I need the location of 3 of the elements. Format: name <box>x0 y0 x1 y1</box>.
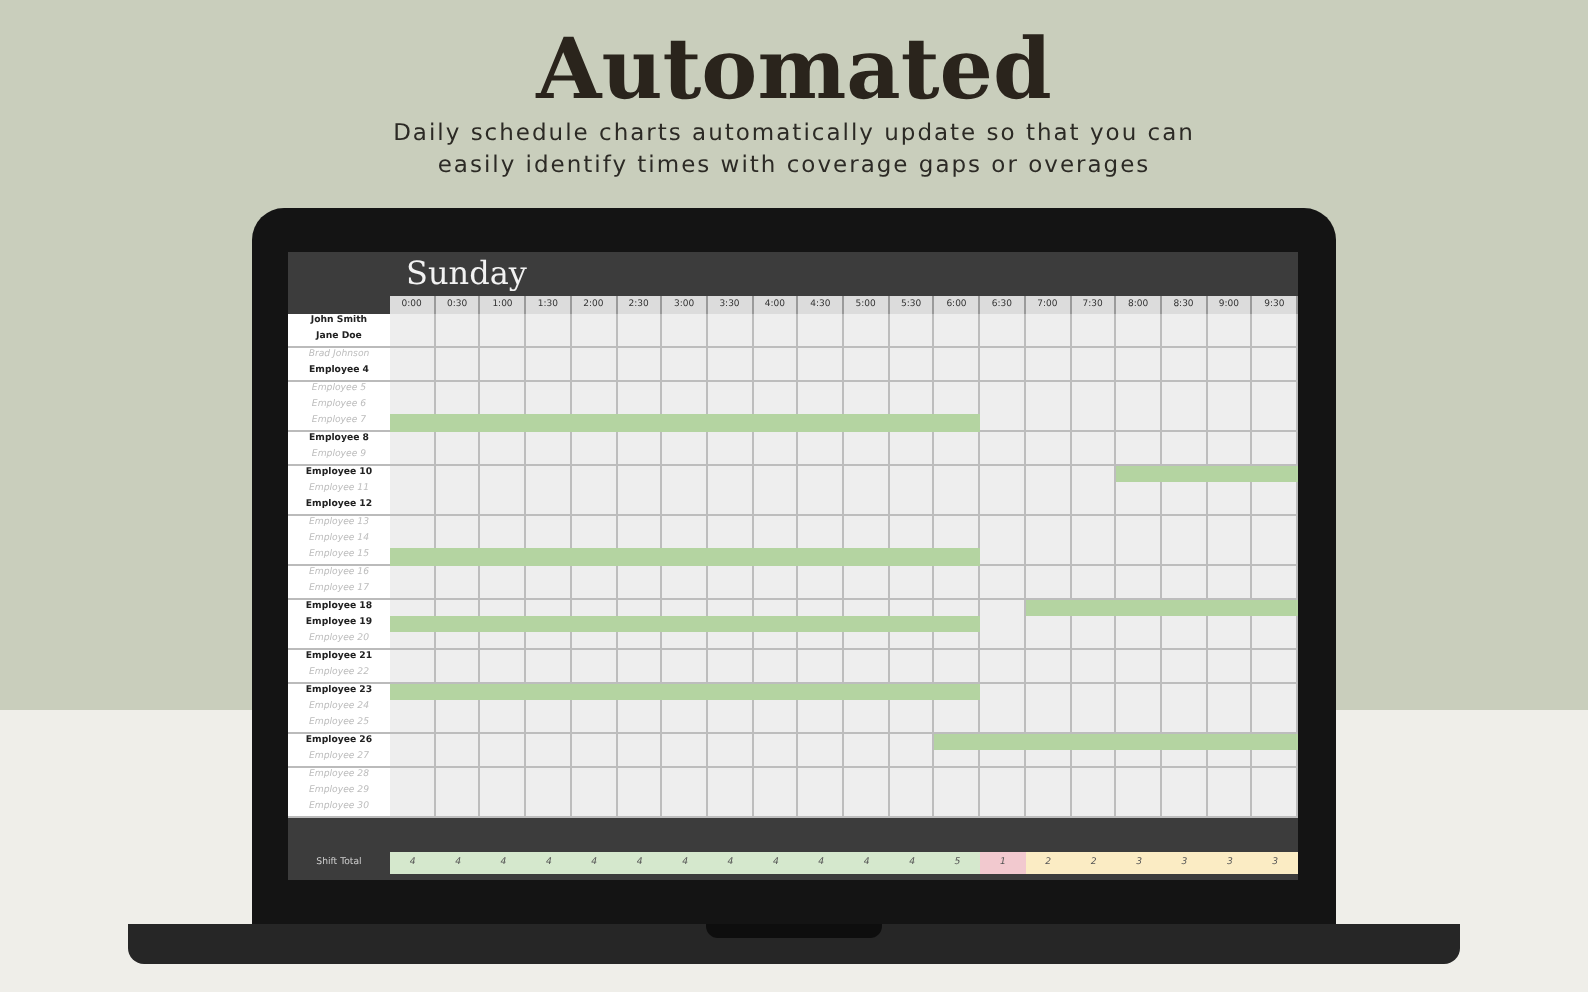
page-heading: Automated <box>536 24 1052 116</box>
page-subtitle: Daily schedule charts automatically update so that you can easily identify times with coverage gaps or overages <box>391 116 1197 180</box>
day-title: Sunday <box>406 256 527 292</box>
